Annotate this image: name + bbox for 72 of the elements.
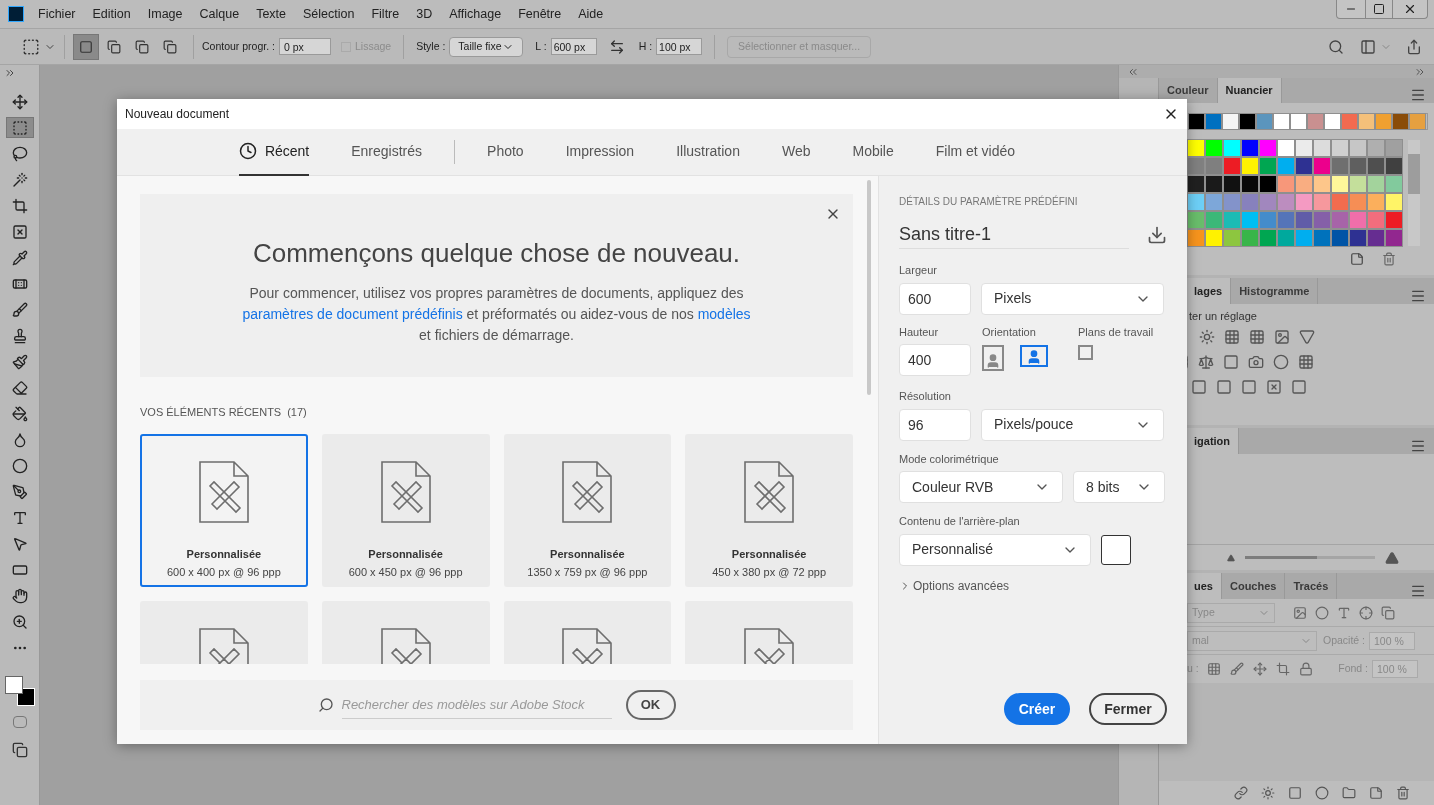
resolution-field[interactable]: 96 <box>899 408 971 441</box>
menu-item[interactable]: 3D <box>416 4 433 24</box>
artboards-label: Plans de travail <box>1078 324 1154 340</box>
height-label: H : <box>638 38 653 54</box>
card-size: 1350 x 759 px @ 96 ppp <box>527 565 648 580</box>
card-title: Personnalisée <box>368 546 443 562</box>
height-field[interactable]: 400 <box>899 344 971 376</box>
banner-title: Commençons quelque chose de nouveau. <box>252 237 741 270</box>
search-field[interactable]: Rechercher des modèles sur Adobe Stock <box>341 691 612 719</box>
style-label: Style : <box>416 38 446 54</box>
feather-field[interactable]: 0 px <box>278 38 331 55</box>
menu-item[interactable]: Image <box>147 4 183 24</box>
color-mode-dropdown[interactable]: Couleur RVB <box>899 471 1063 503</box>
section-heading: DÉTAILS DU PARAMÈTRE PRÉDÉFINI <box>899 194 1079 209</box>
unit-dropdown[interactable]: Pixels <box>981 282 1164 315</box>
banner-text: Pour commencer, utilisez vos propres paramètres de documents, appliquez des paramètres de document prédéfinis et préformatés ou aidez-vous de nos modèles et fichiers de démarrage. <box>241 284 752 345</box>
link[interactable]: modèles <box>697 306 751 322</box>
height-field[interactable]: 100 px <box>656 38 703 55</box>
adjustment-hint: ter un réglage <box>1189 309 1258 324</box>
panel-tab[interactable]: lages <box>1186 278 1232 304</box>
bit-depth-dropdown[interactable]: 8 bits <box>1073 471 1165 503</box>
category-tab[interactable]: Film et vidéo <box>935 128 1016 176</box>
panel-tab[interactable]: Nuancier <box>1217 78 1282 103</box>
menu-item[interactable]: Fichier <box>38 4 76 24</box>
document-name-field[interactable]: Sans titre-1 <box>899 221 1129 249</box>
card-title: Personnalisée <box>550 546 625 562</box>
card-size: 600 x 400 px @ 96 ppp <box>166 565 281 580</box>
menu-item[interactable]: Sélection <box>303 4 355 24</box>
advanced-options-toggle[interactable]: Options avancées <box>899 576 1167 595</box>
width-field[interactable]: 600 px <box>550 38 597 55</box>
preset-card[interactable]: Personnalisée 1350 x 759 px @ 96 ppp <box>503 433 672 587</box>
panel-tab[interactable]: igation <box>1186 428 1240 454</box>
width-field[interactable]: 600 <box>899 282 971 315</box>
count: (17) <box>287 405 307 420</box>
menu-item[interactable]: Calque <box>199 4 240 24</box>
section-heading: VOS ÉLÉMENTS RÉCENTS <box>140 405 282 420</box>
category-tab[interactable]: Web <box>781 128 811 176</box>
style-dropdown[interactable]: Taille fixe <box>449 36 524 57</box>
menu-item[interactable]: Aide <box>578 4 604 24</box>
card-size: 450 x 380 px @ 72 ppp <box>712 565 827 580</box>
category-tab[interactable]: Photo <box>487 128 524 176</box>
category-tab[interactable]: Enregistrés <box>351 128 423 176</box>
close-button[interactable]: Fermer <box>1089 693 1167 725</box>
menu-item[interactable]: Edition <box>92 4 131 24</box>
width-label: Largeur <box>899 263 938 278</box>
preset-card[interactable]: Personnalisée 450 x 380 px @ 72 ppp <box>685 433 853 587</box>
feather-label: Contour progr. : <box>202 38 275 54</box>
preset-card[interactable]: Personnalisée 600 x 400 px @ 96 ppp <box>140 433 308 587</box>
width-label: L : <box>535 38 547 54</box>
category-tab[interactable]: Mobile <box>852 128 894 176</box>
link[interactable]: paramètres de document prédéfinis <box>242 306 463 322</box>
menu-item[interactable]: Filtre <box>371 4 400 24</box>
ok-button[interactable]: OK <box>625 690 676 720</box>
resolution-unit-dropdown[interactable]: Pixels/pouce <box>981 408 1164 441</box>
menu-item[interactable]: Affichage <box>449 4 502 24</box>
background-dropdown[interactable]: Personnalisé <box>899 533 1091 566</box>
create-button[interactable]: Créer <box>1004 693 1070 725</box>
height-label: Hauteur <box>899 324 940 340</box>
color-mode-label: Mode colorimétrique <box>899 451 1000 467</box>
orientation-label: Orientation <box>982 324 1037 340</box>
card-title: Personnalisée <box>731 546 807 562</box>
card-title: Personnalisée <box>186 546 262 562</box>
preset-card[interactable]: Personnalisée 600 x 450 px @ 96 ppp <box>321 433 490 587</box>
panel-tab[interactable]: ues <box>1186 573 1222 599</box>
card-size: 600 x 450 px @ 96 ppp <box>348 565 463 580</box>
menu-item[interactable]: Fenêtre <box>518 4 562 24</box>
menu-item[interactable]: Texte <box>256 4 286 24</box>
background-label: Contenu de l'arrière-plan <box>899 514 1021 529</box>
category-tab[interactable]: Impression <box>565 128 635 176</box>
dialog-title: Nouveau document <box>125 106 230 123</box>
category-tab[interactable]: Illustration <box>676 128 740 176</box>
resolution-label: Résolution <box>899 389 952 404</box>
